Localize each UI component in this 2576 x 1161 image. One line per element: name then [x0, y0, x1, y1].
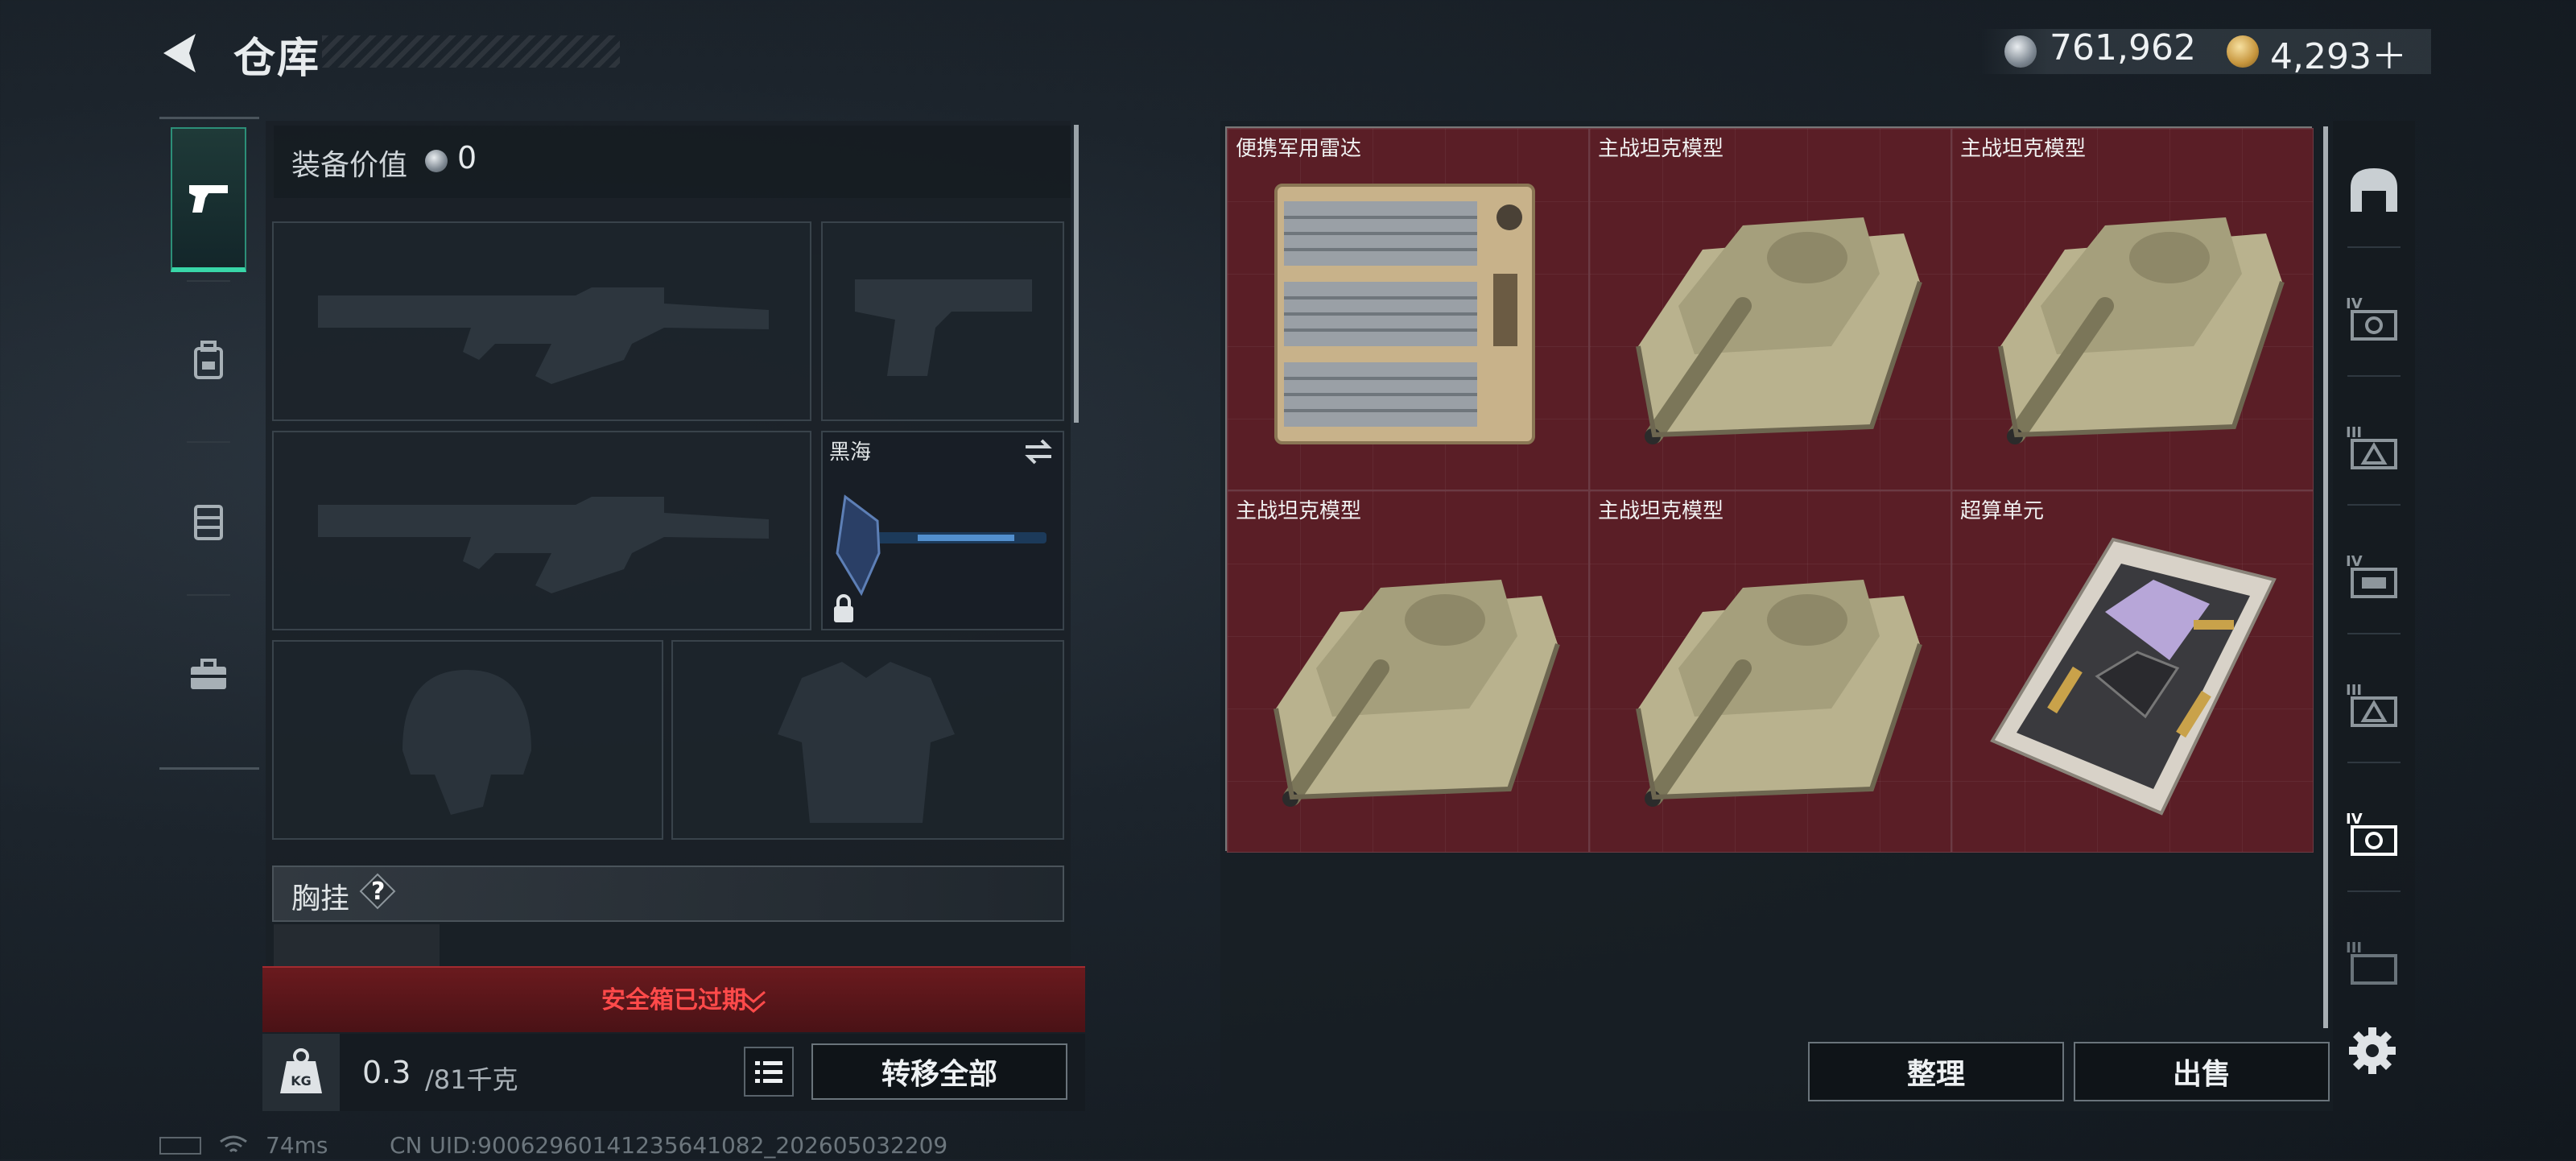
item-name: 主战坦克模型 [1598, 499, 1724, 523]
back-arrow-icon [163, 34, 196, 72]
tank-icon [1636, 580, 1922, 807]
item-name: 超算单元 [1960, 499, 2045, 523]
armor-silhouette-icon [778, 662, 955, 823]
chest-rig-slot[interactable] [274, 924, 440, 969]
radar-icon [1274, 184, 1535, 444]
stash-item[interactable]: 主战坦克模型 [1589, 490, 1951, 853]
weight-kg-icon: KG [280, 1048, 322, 1093]
help-mark: ? [371, 878, 386, 906]
svg-text:KG: KG [291, 1073, 312, 1089]
sell-button[interactable]: 出售 [2074, 1042, 2330, 1101]
currency-amount-2[interactable]: 4,293＋ [2270, 27, 2407, 79]
helmet-silhouette-icon [402, 670, 531, 815]
sidearm-slot[interactable] [821, 221, 1064, 421]
chevron-down-icon [737, 987, 770, 1019]
stash-tab-iv-1[interactable]: IV [2338, 282, 2410, 354]
chest-rig-label: 胸挂 [291, 882, 350, 915]
transfer-all-button[interactable]: 转移全部 [811, 1043, 1067, 1100]
title-decoration [322, 35, 620, 68]
stash-page-icon: III [2346, 682, 2397, 727]
silver-coin-icon [425, 150, 448, 172]
user-uid: CN UID:9006296014123564108​2_20260503220… [390, 1132, 948, 1159]
stash-tab-iii-1[interactable]: III [2338, 411, 2410, 483]
back-button[interactable] [157, 29, 205, 77]
stash-item[interactable]: 超算单元 [1951, 490, 2314, 853]
sort-button[interactable]: 整理 [1808, 1042, 2064, 1101]
stash-tab-iv-2[interactable]: IV [2338, 539, 2410, 612]
list-view-button[interactable] [744, 1047, 794, 1097]
secondary-weapon-slot[interactable] [272, 431, 811, 630]
chip-icon [1990, 537, 2277, 816]
melee-slot[interactable]: 黑海 [821, 431, 1064, 630]
current-weight: 0.3 [362, 1055, 411, 1090]
page-title: 仓库 [233, 35, 321, 83]
swap-icon[interactable] [1022, 437, 1055, 466]
svg-text:IV: IV [2346, 295, 2363, 312]
tab-backpack[interactable] [171, 288, 246, 433]
stash-item[interactable]: 主战坦克模型 [1227, 490, 1589, 853]
rifle-silhouette-icon [318, 287, 769, 384]
gear-icon [2349, 1027, 2396, 1074]
settings-button[interactable] [2344, 1023, 2401, 1079]
item-name: 便携军用雷达 [1236, 137, 1362, 161]
svg-text:III: III [2346, 682, 2362, 699]
stash-tab-iv-active[interactable]: IV [2338, 797, 2410, 870]
stash-tab-iii-2[interactable]: III [2338, 668, 2410, 741]
equipment-category-tabs [159, 117, 259, 770]
tab-weapons[interactable] [171, 127, 246, 272]
wifi-icon [219, 1134, 248, 1161]
vest-icon [194, 505, 223, 540]
armor-slot[interactable] [671, 640, 1064, 840]
tank-icon [1998, 217, 2285, 444]
stash-item[interactable]: 便携军用雷达 [1227, 128, 1589, 490]
battery-icon [159, 1137, 201, 1155]
pistol-silhouette-icon [855, 279, 1032, 376]
list-icon [755, 1061, 782, 1083]
stash-page-icon: IV [2346, 811, 2397, 856]
tab-vest[interactable] [171, 449, 246, 594]
item-name: 主战坦克模型 [1960, 137, 2087, 161]
backpack-icon [194, 341, 223, 379]
stash-item[interactable]: 主战坦克模型 [1589, 128, 1951, 490]
helmet-slot[interactable] [272, 640, 663, 840]
weight-icon-box: KG [262, 1034, 340, 1111]
safebox-status: 安全箱已过期 [601, 986, 746, 1014]
svg-text:III: III [2346, 940, 2362, 956]
max-weight: /81千克 [425, 1064, 518, 1095]
primary-weapon-slot[interactable] [272, 221, 811, 421]
ping: 74ms [266, 1132, 328, 1159]
svg-text:IV: IV [2346, 553, 2363, 570]
equipment-value: 0 [457, 140, 477, 176]
equipment-value-label: 装备价值 [291, 149, 408, 182]
stash-page-icon: IV [2346, 553, 2397, 598]
svg-text:IV: IV [2346, 811, 2363, 828]
pistol-icon [189, 185, 228, 213]
item-name: 主战坦克模型 [1598, 137, 1724, 161]
chest-rig-help-button[interactable]: ? [359, 873, 396, 910]
stash-scrollbar[interactable] [2323, 126, 2328, 1028]
rifle-silhouette-icon [318, 497, 769, 593]
tank-icon [1636, 217, 1922, 444]
stash-tab-iii-3[interactable]: III [2338, 926, 2410, 998]
toolbox-icon [191, 659, 226, 689]
stash-item[interactable]: 主战坦克模型 [1951, 128, 2314, 490]
lock-icon [834, 594, 853, 622]
stash-page-icon: IV [2346, 295, 2397, 341]
stash-grid: 便携军用雷达 主战坦克模型 主战坦克模型 主战坦克模型 主战坦克模型 超算单元 [1225, 126, 2314, 853]
axe-icon [836, 494, 1046, 597]
tank-icon [1274, 580, 1560, 807]
svg-text:III: III [2346, 424, 2362, 441]
gold-coin-icon [2227, 35, 2259, 68]
item-name: 主战坦克模型 [1236, 499, 1362, 523]
stash-page-icon: III [2346, 424, 2397, 469]
stash-page-icon: III [2346, 940, 2397, 985]
equipment-scrollbar[interactable] [1074, 125, 1079, 423]
stash-tab-home[interactable] [2338, 153, 2410, 225]
melee-name: 黑海 [829, 440, 872, 465]
tab-toolbox[interactable] [171, 602, 246, 747]
silver-coin-icon [2004, 35, 2037, 68]
stash-home-icon [2351, 168, 2397, 212]
currency-amount-1: 761,962 [2050, 27, 2196, 68]
